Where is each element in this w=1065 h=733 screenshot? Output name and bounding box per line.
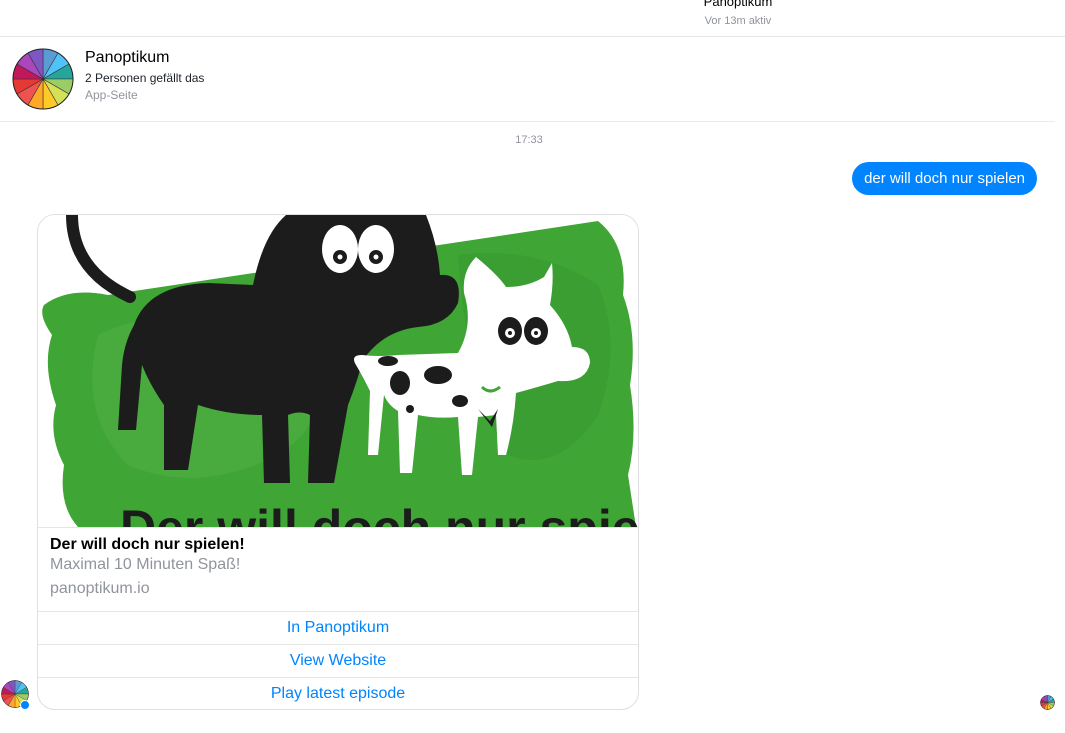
- view-website-button[interactable]: View Website: [38, 644, 638, 677]
- play-latest-episode-button[interactable]: Play latest episode: [38, 677, 638, 709]
- card-image[interactable]: Der will doch nur spielen!: [38, 215, 638, 527]
- outgoing-message-bubble[interactable]: der will doch nur spielen: [852, 162, 1037, 195]
- conversation-topbar: Panoptikum Vor 13m aktiv: [0, 0, 1065, 37]
- card-title: Der will doch nur spielen!: [50, 536, 245, 553]
- page-title[interactable]: Panoptikum: [85, 49, 170, 67]
- messenger-badge-icon: [20, 700, 30, 710]
- message-timestamp: 17:33: [515, 134, 543, 146]
- dogs-illustration: Der will doch nur spielen!: [42, 215, 638, 527]
- contact-name[interactable]: Panoptikum: [638, 0, 838, 9]
- page-category: App-Seite: [85, 88, 138, 102]
- page-likes: 2 Personen gefällt das: [85, 71, 205, 85]
- card-text-section[interactable]: Der will doch nur spielen! Maximal 10 Mi…: [38, 527, 638, 611]
- open-panoptikum-button[interactable]: In Panoptikum: [38, 611, 638, 644]
- active-status: Vor 13m aktiv: [704, 15, 772, 27]
- card-domain[interactable]: panoptikum.io: [50, 580, 150, 598]
- color-wheel-avatar[interactable]: [12, 48, 74, 110]
- generic-template-card: Der will doch nur spielen! Der will doch…: [37, 214, 639, 710]
- seen-avatar: [1040, 695, 1055, 710]
- card-subtitle: Maximal 10 Minuten Spaß!: [50, 556, 241, 573]
- image-caption: Der will doch nur spielen!: [120, 500, 638, 527]
- page-info-header: Panoptikum 2 Personen gefällt das App-Se…: [0, 37, 1055, 122]
